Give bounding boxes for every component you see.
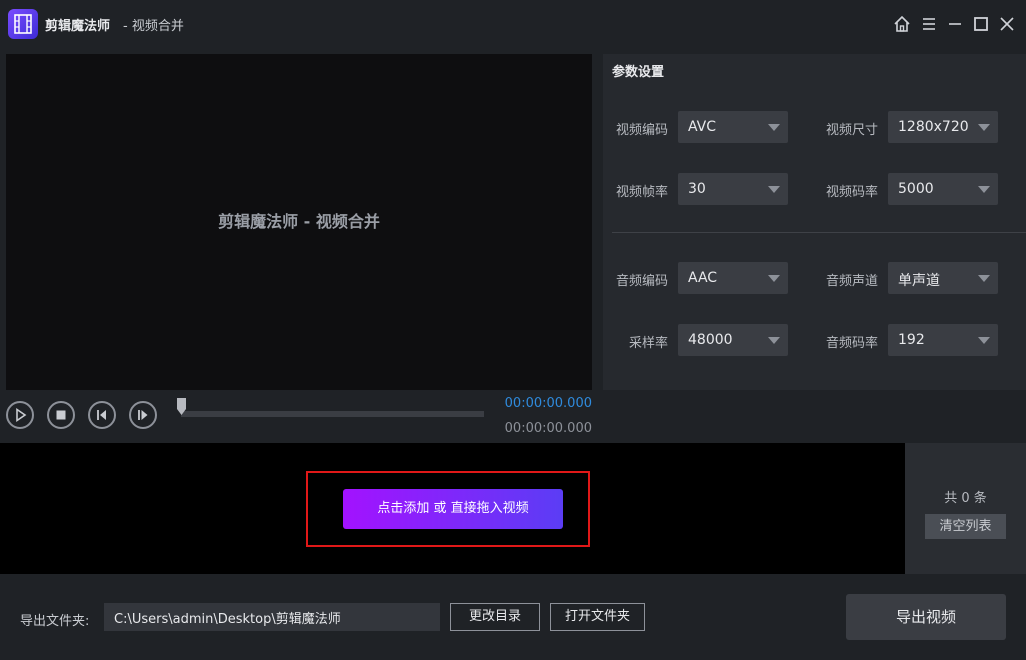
video-bitrate-value: 5000 (898, 181, 934, 197)
chevron-down-icon (768, 124, 780, 131)
export-video-button[interactable]: 导出视频 (846, 594, 1006, 640)
export-path-field[interactable] (104, 603, 440, 631)
total-time: 00:00:00.000 (504, 421, 592, 436)
video-bitrate-label: 视频码率 (825, 185, 878, 200)
menu-icon[interactable] (918, 13, 940, 35)
open-folder-button[interactable]: 打开文件夹 (550, 603, 645, 631)
settings-lower-area (603, 390, 1026, 442)
settings-title: 参数设置 (612, 65, 665, 80)
chevron-down-icon (768, 275, 780, 282)
sample-rate-value: 48000 (688, 332, 733, 348)
audio-codec-select[interactable]: AAC (678, 262, 788, 294)
video-preview: 剪辑魔法师 - 视频合并 (6, 54, 592, 390)
play-icon[interactable] (6, 401, 34, 429)
video-bitrate-select[interactable]: 5000 (888, 173, 998, 205)
add-video-button[interactable]: 点击添加 或 直接拖入视频 (343, 489, 563, 529)
sample-rate-select[interactable]: 48000 (678, 324, 788, 356)
clear-list-button[interactable]: 清空列表 (925, 514, 1006, 539)
audio-channel-value: 单声道 (898, 273, 940, 289)
chevron-down-icon (768, 186, 780, 193)
stop-icon[interactable] (47, 401, 75, 429)
video-fps-value: 30 (688, 181, 706, 197)
next-frame-icon[interactable] (129, 401, 157, 429)
chevron-down-icon (978, 186, 990, 193)
video-size-value: 1280x720 (898, 119, 969, 135)
audio-codec-label: 音频编码 (615, 274, 668, 289)
maximize-icon[interactable] (970, 13, 992, 35)
audio-bitrate-select[interactable]: 192 (888, 324, 998, 356)
video-codec-select[interactable]: AVC (678, 111, 788, 143)
preview-title: 剪辑魔法师 - 视频合并 (218, 212, 380, 231)
video-codec-label: 视频编码 (615, 123, 668, 138)
export-folder-label: 导出文件夹: (20, 614, 90, 629)
video-codec-value: AVC (688, 119, 717, 135)
video-size-select[interactable]: 1280x720 (888, 111, 998, 143)
video-size-label: 视频尺寸 (825, 123, 878, 138)
film-logo-icon (8, 9, 38, 39)
audio-bitrate-label: 音频码率 (825, 336, 878, 351)
chevron-down-icon (978, 124, 990, 131)
current-time: 00:00:00.000 (504, 396, 592, 411)
change-dir-button[interactable]: 更改目录 (450, 603, 540, 631)
progress-thumb[interactable] (177, 398, 186, 415)
close-icon[interactable] (996, 13, 1018, 35)
list-side-panel (905, 443, 1026, 574)
audio-codec-value: AAC (688, 270, 718, 286)
video-fps-select[interactable]: 30 (678, 173, 788, 205)
audio-bitrate-value: 192 (898, 332, 925, 348)
audio-channel-label: 音频声道 (825, 274, 878, 289)
chevron-down-icon (978, 337, 990, 344)
audio-channel-select[interactable]: 单声道 (888, 262, 998, 294)
video-fps-label: 视频帧率 (615, 185, 668, 200)
settings-divider (612, 232, 1026, 233)
home-icon[interactable] (891, 13, 913, 35)
item-count: 共 0 条 (944, 491, 987, 506)
chevron-down-icon (978, 275, 990, 282)
prev-frame-icon[interactable] (88, 401, 116, 429)
window-subtitle: - 视频合并 (123, 19, 184, 34)
progress-track[interactable] (181, 411, 484, 417)
chevron-down-icon (768, 337, 780, 344)
minimize-icon[interactable] (944, 13, 966, 35)
app-name: 剪辑魔法师 (45, 19, 111, 34)
sample-rate-label: 采样率 (628, 336, 668, 351)
